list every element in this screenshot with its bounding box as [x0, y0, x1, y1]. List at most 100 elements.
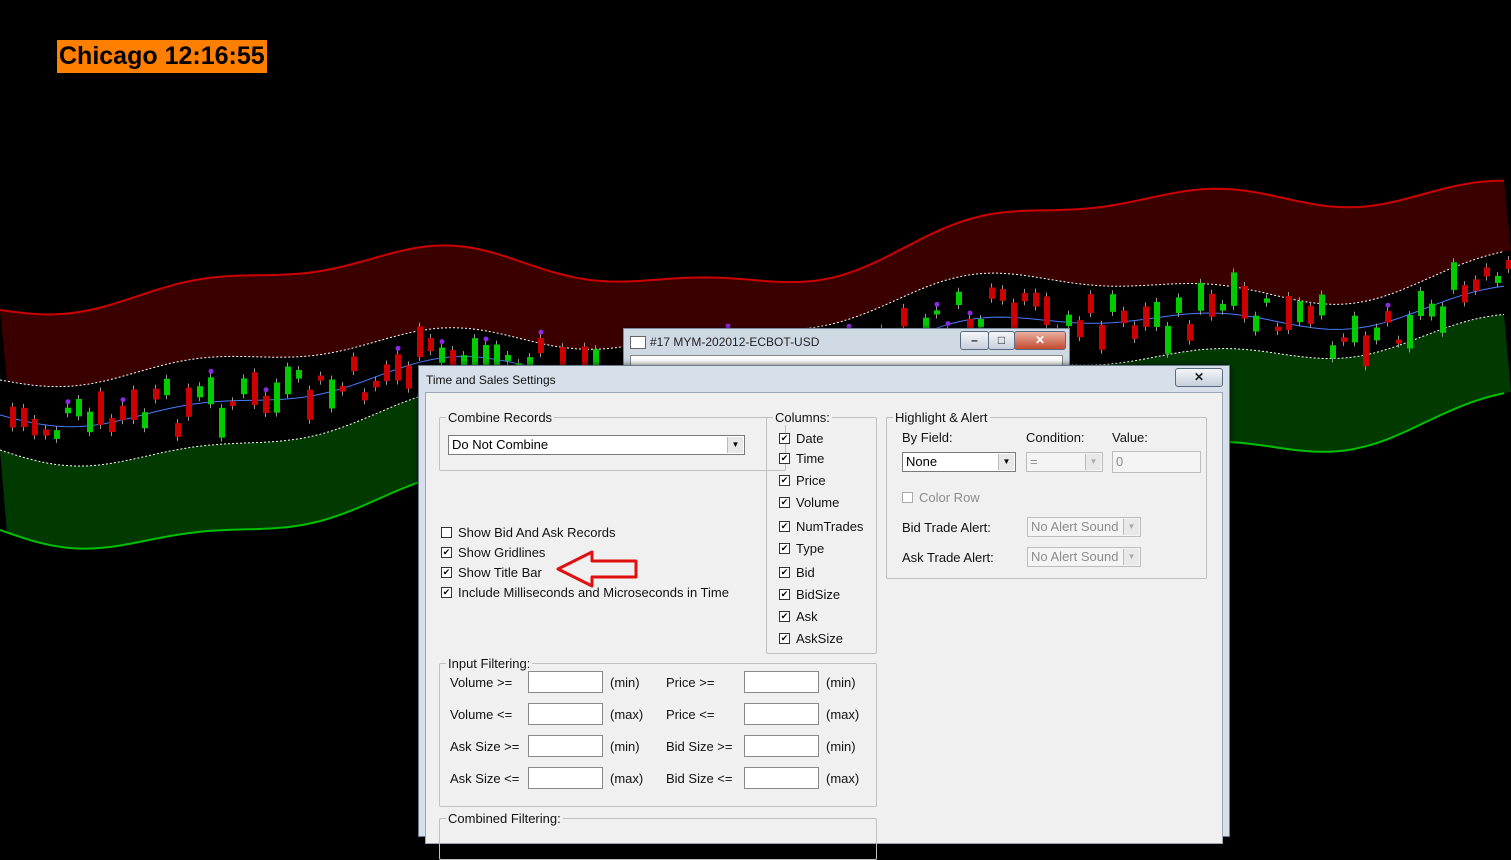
candle [164, 374, 170, 400]
filter-left-input[interactable] [528, 735, 603, 757]
candle [76, 395, 82, 421]
filter-left-unit: (max) [610, 771, 644, 786]
candle [10, 402, 16, 432]
checkbox-column-numtrades[interactable] [779, 520, 790, 532]
candle [153, 384, 159, 404]
column-option-asksize[interactable]: AskSize [779, 629, 843, 647]
candle [65, 399, 71, 418]
column-option-label: Date [796, 430, 824, 446]
checkbox-show-gridlines[interactable] [441, 546, 452, 558]
checkbox-column-date[interactable] [779, 432, 790, 444]
maximize-button[interactable]: □ [988, 331, 1015, 350]
filter-right-input[interactable] [744, 703, 819, 725]
option-label: Show Title Bar [458, 564, 542, 580]
column-option-numtrades[interactable]: NumTrades [779, 517, 863, 535]
checkbox-show-bid-ask[interactable] [441, 526, 452, 538]
candle [1099, 320, 1105, 354]
filter-left-input[interactable] [528, 671, 603, 693]
candle [285, 362, 291, 399]
candle [1374, 323, 1380, 345]
column-option-bid[interactable]: Bid [779, 563, 815, 581]
filter-right-label: Price >= [666, 675, 715, 690]
column-option-date[interactable]: Date [779, 429, 823, 447]
column-option-type[interactable]: Type [779, 539, 824, 557]
filter-right-label: Price <= [666, 707, 715, 722]
filter-left-unit: (min) [610, 675, 640, 690]
candle [934, 301, 940, 319]
chevron-down-icon: ▼ [1085, 454, 1101, 470]
filter-right-unit: (max) [826, 707, 860, 722]
column-option-time[interactable]: Time [779, 449, 824, 467]
option-show-gridlines[interactable]: Show Gridlines [441, 543, 545, 561]
option-show-title-bar[interactable]: Show Title Bar [441, 563, 542, 581]
option-show-bid-ask[interactable]: Show Bid And Ask Records [441, 523, 616, 541]
filter-right-input[interactable] [744, 671, 819, 693]
candle [296, 366, 302, 383]
signal-marker [120, 397, 126, 403]
candle [1352, 311, 1358, 347]
dialog-close-button[interactable]: ✕ [1175, 368, 1223, 387]
filter-left-input[interactable] [528, 703, 603, 725]
candle [1231, 268, 1237, 310]
filter-right-input[interactable] [744, 735, 819, 757]
candle [1132, 321, 1138, 343]
column-option-bidsize[interactable]: BidSize [779, 585, 840, 603]
value-label: Value: [1112, 430, 1148, 445]
candle [142, 408, 148, 433]
candle [1418, 286, 1424, 321]
time-and-sales-settings-dialog: Time and Sales Settings ✕ Combine Record… [418, 365, 1230, 860]
highlight-alert-label: Highlight & Alert [893, 410, 990, 425]
filter-right-input[interactable] [744, 767, 819, 789]
candle [318, 371, 324, 385]
combine-records-group: Combine Records Do Not Combine ▼ [439, 410, 786, 471]
candle [1429, 299, 1435, 321]
column-option-label: Type [796, 540, 825, 556]
ask-alert-value: No Alert Sound [1031, 549, 1119, 564]
input-filtering-label: Input Filtering: [446, 656, 533, 671]
column-option-ask[interactable]: Ask [779, 607, 818, 625]
signal-marker [1385, 302, 1391, 308]
candle [241, 374, 247, 399]
candle [230, 397, 236, 410]
combine-records-select[interactable]: Do Not Combine ▼ [448, 435, 745, 455]
checkbox-column-time[interactable] [779, 452, 790, 464]
candle [98, 387, 104, 429]
candle [1385, 302, 1391, 327]
candle [1506, 256, 1511, 273]
signal-marker [945, 321, 951, 327]
filter-left-unit: (max) [610, 707, 644, 722]
candle [1253, 311, 1259, 336]
column-option-label: AskSize [796, 630, 843, 646]
candle [1033, 288, 1039, 311]
filter-left-input[interactable] [528, 767, 603, 789]
candle [131, 385, 137, 425]
color-row-label: Color Row [919, 489, 980, 505]
candle [274, 378, 280, 417]
checkbox-column-volume[interactable] [779, 496, 790, 508]
dialog-client-area: Combine Records Do Not Combine ▼ Show Bi… [425, 392, 1223, 860]
candle [1363, 331, 1369, 371]
checkbox-column-ask[interactable] [779, 610, 790, 622]
column-option-label: Price [796, 472, 826, 488]
candle [1121, 306, 1127, 328]
candle [1242, 282, 1248, 323]
column-option-price[interactable]: Price [779, 471, 826, 489]
close-button[interactable]: ✕ [1014, 331, 1066, 350]
candle [43, 425, 49, 440]
checkbox-include-ms[interactable] [441, 586, 452, 598]
checkbox-column-price[interactable] [779, 474, 790, 486]
checkbox-column-bidsize[interactable] [779, 588, 790, 600]
window-icon [630, 336, 646, 349]
candle [307, 385, 313, 424]
column-option-volume[interactable]: Volume [779, 493, 839, 511]
minimize-button[interactable]: – [960, 331, 989, 350]
candle [505, 350, 511, 366]
checkbox-column-type[interactable] [779, 542, 790, 554]
filter-left-unit: (min) [610, 739, 640, 754]
checkbox-column-bid[interactable] [779, 566, 790, 578]
filter-left-label: Ask Size <= [450, 771, 520, 786]
signal-marker [483, 336, 489, 342]
checkbox-column-asksize[interactable] [779, 632, 790, 644]
checkbox-show-title-bar[interactable] [441, 566, 452, 578]
by-field-select[interactable]: None ▼ [902, 452, 1016, 472]
